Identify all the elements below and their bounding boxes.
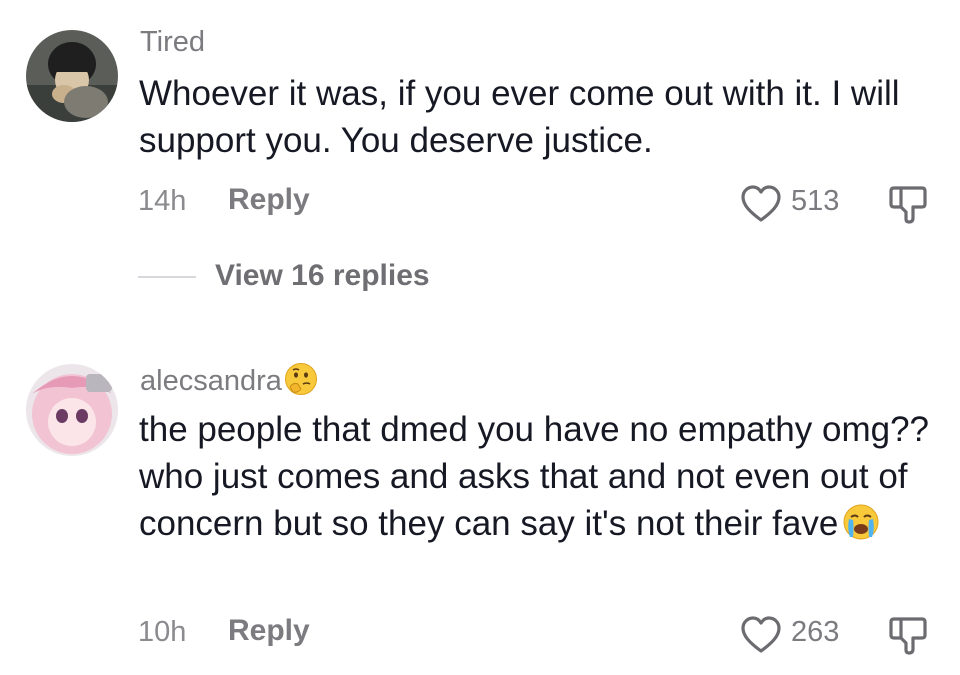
comment-text-content: the people that dmed you have no empathy… — [139, 410, 929, 543]
reply-button[interactable]: Reply — [228, 183, 310, 217]
username-text: alecsandra — [140, 365, 282, 397]
thinking-face-emoji — [284, 362, 318, 404]
view-replies-button[interactable]: View 16 replies — [215, 259, 430, 293]
heart-outline-icon[interactable] — [740, 184, 782, 224]
comment-text-content: Whoever it was, if you ever come out wit… — [139, 74, 900, 160]
loudly-crying-face-emoji — [842, 503, 880, 553]
heart-outline-icon[interactable] — [740, 615, 782, 655]
thumbs-down-icon[interactable] — [886, 182, 930, 226]
comment-text: Whoever it was, if you ever come out wit… — [139, 70, 929, 164]
avatar[interactable] — [26, 364, 118, 456]
username[interactable]: alecsandra — [140, 362, 318, 404]
like-count: 263 — [791, 616, 840, 648]
replies-divider — [138, 276, 196, 278]
username[interactable]: Tired — [140, 26, 205, 59]
like-count: 513 — [791, 185, 840, 217]
comment-time: 10h — [138, 616, 187, 648]
comment-text: the people that dmed you have no empathy… — [139, 406, 929, 553]
avatar[interactable] — [26, 30, 118, 122]
comment-time: 14h — [138, 185, 187, 217]
reply-button[interactable]: Reply — [228, 614, 310, 648]
thumbs-down-icon[interactable] — [886, 613, 930, 657]
